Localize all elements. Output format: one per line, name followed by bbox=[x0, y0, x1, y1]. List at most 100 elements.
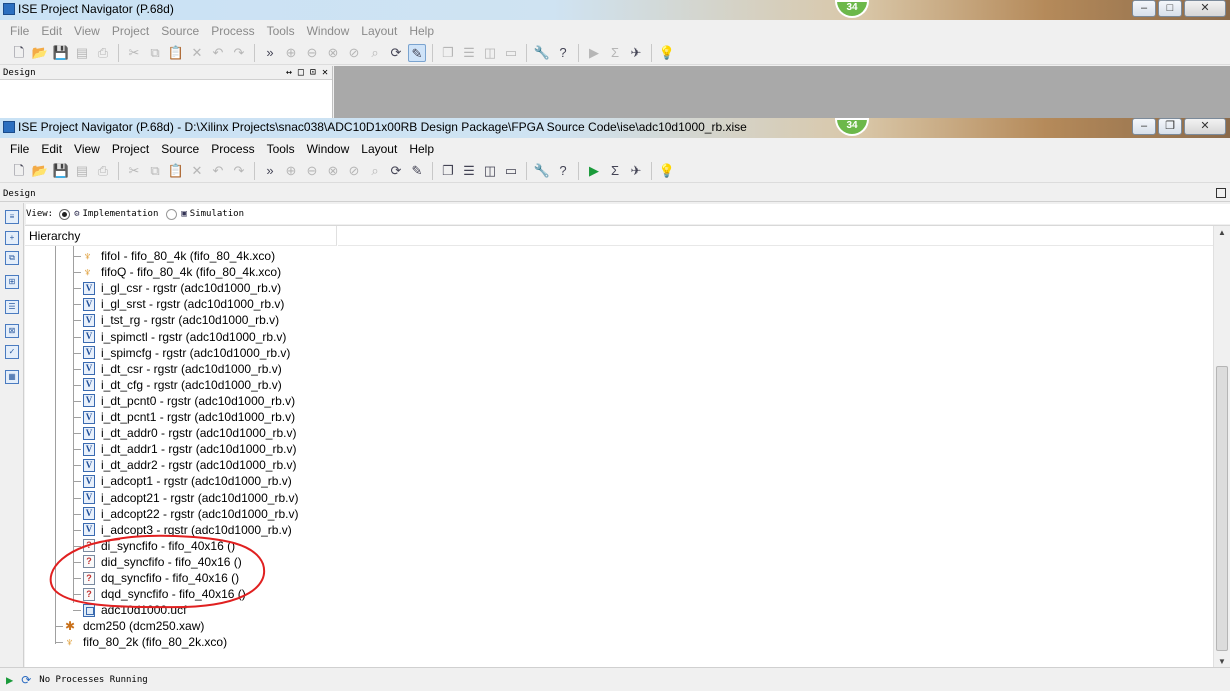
check-icon[interactable]: ⊠ bbox=[5, 324, 19, 338]
new-icon[interactable]: 🗋 bbox=[10, 44, 28, 62]
open-icon[interactable]: 📂 bbox=[31, 162, 49, 180]
tree-item[interactable]: ♆ fifo_80_2k (fifo_80_2k.xco) bbox=[65, 634, 227, 650]
design-summary-icon[interactable]: ✎ bbox=[408, 44, 426, 62]
tree-item[interactable]: ? did_syncfifo - fifo_40x16 () bbox=[83, 554, 242, 570]
refresh-icon[interactable]: ⟳ bbox=[387, 162, 405, 180]
sigma-icon[interactable]: Σ bbox=[606, 44, 624, 62]
tile-h-icon[interactable]: ☰ bbox=[460, 162, 478, 180]
save-icon[interactable]: 💾 bbox=[52, 162, 70, 180]
design-summary-icon[interactable]: ✎ bbox=[408, 162, 426, 180]
menu-window[interactable]: Window bbox=[301, 142, 356, 156]
zoom-out-icon[interactable]: ⊖ bbox=[303, 44, 321, 62]
restore-button[interactable]: ❐ bbox=[1158, 118, 1182, 135]
tree-item[interactable]: ✱ dcm250 (dcm250.xaw) bbox=[65, 618, 204, 634]
tree-item[interactable]: Vi_spimctl - rgstr (adc10d1000_rb.v) bbox=[83, 329, 286, 345]
scroll-down-icon[interactable]: ▼ bbox=[1218, 657, 1226, 666]
menu-file[interactable]: File bbox=[4, 142, 35, 156]
table-icon[interactable]: ▦ bbox=[5, 370, 19, 384]
open-icon[interactable]: 📂 bbox=[31, 44, 49, 62]
tree-item[interactable]: Vi_gl_srst - rgstr (adc10d1000_rb.v) bbox=[83, 296, 284, 312]
tree-item[interactable]: Vi_adcopt21 - rgstr (adc10d1000_rb.v) bbox=[83, 490, 298, 506]
add-source-icon[interactable]: + bbox=[5, 231, 19, 245]
vertical-scrollbar[interactable]: ▲ ▼ bbox=[1213, 226, 1230, 668]
more-icon[interactable]: » bbox=[261, 44, 279, 62]
cut-icon[interactable]: ✂ bbox=[125, 162, 143, 180]
menu-layout[interactable]: Layout bbox=[355, 24, 403, 38]
refresh-icon[interactable]: ⟳ bbox=[387, 44, 405, 62]
find-icon[interactable]: ⌕ bbox=[366, 162, 384, 180]
save-icon[interactable]: 💾 bbox=[52, 44, 70, 62]
run-process-icon[interactable]: ▶ bbox=[6, 673, 13, 687]
tree-item[interactable]: Vi_dt_addr1 - rgstr (adc10d1000_rb.v) bbox=[83, 441, 296, 457]
paste-icon[interactable]: 📋 bbox=[167, 162, 185, 180]
zoom-select-icon[interactable]: ⊘ bbox=[345, 44, 363, 62]
menu-edit[interactable]: Edit bbox=[35, 142, 68, 156]
print-icon[interactable]: ⎙ bbox=[94, 162, 112, 180]
tree-item[interactable]: Vi_gl_csr - rgstr (adc10d1000_rb.v) bbox=[83, 280, 281, 296]
zoom-in-icon[interactable]: ⊕ bbox=[282, 162, 300, 180]
maximize-button[interactable]: □ bbox=[1158, 0, 1182, 17]
tree-item[interactable]: Vi_adcopt3 - rgstr (adc10d1000_rb.v) bbox=[83, 522, 292, 538]
cascade-icon[interactable]: ❐ bbox=[439, 44, 457, 62]
tree-item[interactable]: Vi_spimcfg - rgstr (adc10d1000_rb.v) bbox=[83, 345, 290, 361]
menu-process[interactable]: Process bbox=[205, 24, 260, 38]
scrollbar-thumb[interactable] bbox=[1216, 366, 1228, 651]
cut-icon[interactable]: ✂ bbox=[125, 44, 143, 62]
menu-project[interactable]: Project bbox=[106, 142, 155, 156]
paste-icon[interactable]: 📋 bbox=[167, 44, 185, 62]
menu-window[interactable]: Window bbox=[301, 24, 356, 38]
tree-item[interactable]: ? di_syncfifo - fifo_40x16 () bbox=[83, 538, 235, 554]
sigma-icon[interactable]: Σ bbox=[606, 162, 624, 180]
run-icon[interactable]: ▶ bbox=[585, 162, 603, 180]
window-icon[interactable]: ▭ bbox=[502, 162, 520, 180]
hierarchy-icon[interactable]: ⊞ bbox=[5, 275, 19, 289]
wrench-icon[interactable]: 🔧 bbox=[533, 44, 551, 62]
menu-view[interactable]: View bbox=[68, 142, 106, 156]
help-pointer-icon[interactable]: ? bbox=[554, 162, 572, 180]
window-icon[interactable]: ▭ bbox=[502, 44, 520, 62]
save-all-icon[interactable]: ▤ bbox=[73, 162, 91, 180]
scroll-up-icon[interactable]: ▲ bbox=[1218, 228, 1226, 237]
implementation-label[interactable]: Implementation bbox=[83, 209, 159, 219]
tree-item[interactable]: Vi_dt_addr0 - rgstr (adc10d1000_rb.v) bbox=[83, 425, 296, 441]
telescope-icon[interactable]: ✈ bbox=[627, 44, 645, 62]
tile-v-icon[interactable]: ◫ bbox=[481, 44, 499, 62]
telescope-icon[interactable]: ✈ bbox=[627, 162, 645, 180]
close-button[interactable]: ✕ bbox=[1184, 0, 1226, 17]
redo-icon[interactable]: ↷ bbox=[230, 44, 248, 62]
print-icon[interactable]: ⎙ bbox=[94, 44, 112, 62]
simulation-radio[interactable] bbox=[166, 208, 178, 220]
tree-item[interactable]: Vi_dt_csr - rgstr (adc10d1000_rb.v) bbox=[83, 361, 282, 377]
panel-controls[interactable]: ↔ □ ⊡ ✕ bbox=[286, 66, 328, 80]
tree-item[interactable]: Vi_adcopt22 - rgstr (adc10d1000_rb.v) bbox=[83, 506, 298, 522]
tree-item[interactable]: Vi_tst_rg - rgstr (adc10d1000_rb.v) bbox=[83, 312, 279, 328]
menu-tools[interactable]: Tools bbox=[261, 24, 301, 38]
find-icon[interactable]: ⌕ bbox=[366, 44, 384, 62]
delete-icon[interactable]: ✕ bbox=[188, 44, 206, 62]
minimize-button[interactable]: – bbox=[1132, 0, 1156, 17]
tree-item[interactable]: ? dq_syncfifo - fifo_40x16 () bbox=[83, 570, 239, 586]
tree-item[interactable]: Vi_adcopt1 - rgstr (adc10d1000_rb.v) bbox=[83, 473, 292, 489]
files-icon[interactable]: ≡ bbox=[5, 210, 19, 224]
implementation-radio[interactable] bbox=[59, 208, 71, 220]
zoom-out-icon[interactable]: ⊖ bbox=[303, 162, 321, 180]
zoom-select-icon[interactable]: ⊘ bbox=[345, 162, 363, 180]
menu-source[interactable]: Source bbox=[155, 24, 205, 38]
menu-process[interactable]: Process bbox=[205, 142, 260, 156]
minimize-button[interactable]: – bbox=[1132, 118, 1156, 135]
lightbulb-icon[interactable]: 💡 bbox=[658, 162, 676, 180]
tile-h-icon[interactable]: ☰ bbox=[460, 44, 478, 62]
properties-icon[interactable]: ☰ bbox=[5, 300, 19, 314]
new-icon[interactable]: 🗋 bbox=[10, 162, 28, 180]
tree-item[interactable]: Vi_dt_addr2 - rgstr (adc10d1000_rb.v) bbox=[83, 457, 296, 473]
menu-source[interactable]: Source bbox=[155, 142, 205, 156]
tree-item[interactable]: ♆ fifoQ - fifo_80_4k (fifo_80_4k.xco) bbox=[83, 264, 281, 280]
close-button[interactable]: ✕ bbox=[1184, 118, 1226, 135]
more-icon[interactable]: » bbox=[261, 162, 279, 180]
menu-project[interactable]: Project bbox=[106, 24, 155, 38]
hierarchy-column-header[interactable]: Hierarchy bbox=[25, 226, 337, 246]
simulation-label[interactable]: Simulation bbox=[190, 209, 244, 219]
maximize-panel-icon[interactable] bbox=[1216, 188, 1226, 198]
tree-item[interactable]: ♆ fifoI - fifo_80_4k (fifo_80_4k.xco) bbox=[83, 248, 275, 264]
menu-help[interactable]: Help bbox=[403, 142, 440, 156]
